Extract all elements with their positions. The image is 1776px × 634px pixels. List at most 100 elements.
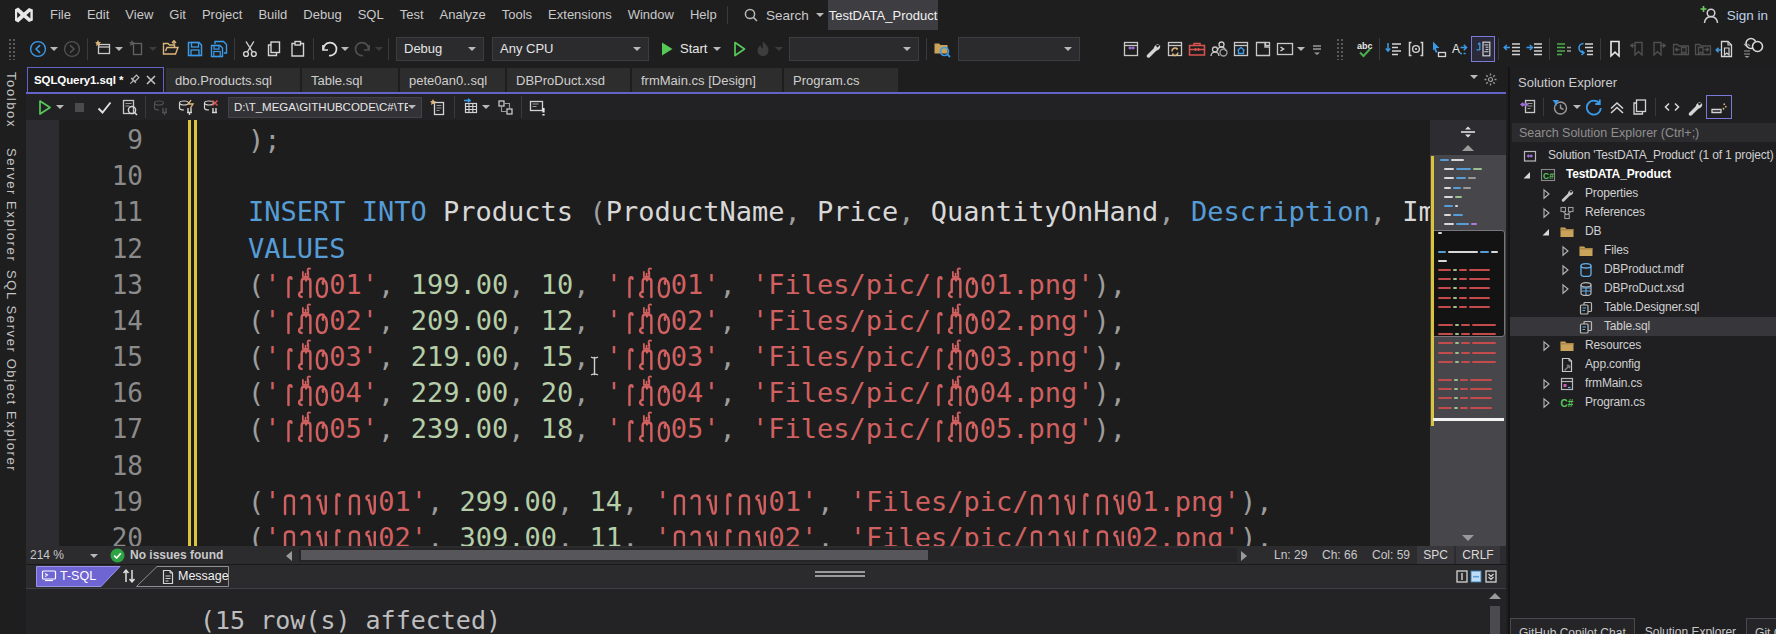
connect-db-icon[interactable] bbox=[149, 95, 174, 119]
expander-closed-icon[interactable] bbox=[1557, 262, 1573, 278]
toolbar-overflow-icon[interactable] bbox=[1306, 36, 1328, 62]
status-encoding[interactable]: SPC bbox=[1417, 546, 1454, 564]
tree-item-dbproduct-xsd[interactable]: DBProDuct.xsd bbox=[1510, 279, 1776, 298]
menu-edit[interactable]: Edit bbox=[79, 0, 117, 30]
sign-in-button[interactable]: Sign in bbox=[1699, 0, 1768, 30]
start-no-debug-icon[interactable] bbox=[727, 36, 751, 62]
minimap-viewport[interactable] bbox=[1431, 230, 1505, 337]
tab-list-caret-icon[interactable] bbox=[1470, 75, 1478, 79]
tab-options-gear-icon[interactable] bbox=[1483, 72, 1498, 87]
new-query-icon[interactable] bbox=[426, 95, 451, 119]
tab-message[interactable]: Message bbox=[136, 566, 230, 587]
tree-item-table-designer-sql[interactable]: Table.Designer.sql bbox=[1510, 298, 1776, 317]
doc-tab-program-cs[interactable]: Program.cs bbox=[784, 68, 898, 92]
menu-git[interactable]: Git bbox=[161, 0, 194, 30]
tree-item-dbproduct-mdf[interactable]: DBProduct.mdf bbox=[1510, 260, 1776, 279]
expander-open-icon[interactable] bbox=[1538, 224, 1554, 240]
nav-back-icon[interactable] bbox=[26, 36, 60, 62]
doc-tab-table-sql[interactable]: Table.sql bbox=[302, 68, 398, 92]
code-editor[interactable]: 9);1011INSERT INTO Products (ProductName… bbox=[26, 120, 1506, 546]
terminal-icon[interactable] bbox=[1274, 36, 1306, 62]
scroll-up-arrow-icon[interactable] bbox=[1461, 144, 1475, 152]
expander-closed-icon[interactable] bbox=[1538, 395, 1554, 411]
pending-changes-filter-icon[interactable] bbox=[1548, 95, 1582, 119]
tree-item-db[interactable]: DB bbox=[1510, 222, 1776, 241]
hscroll-right-arrow-icon[interactable] bbox=[1240, 550, 1248, 562]
view-code-icon[interactable] bbox=[1660, 95, 1683, 119]
undo-icon[interactable] bbox=[317, 36, 351, 62]
solution-explorer-window-icon[interactable] bbox=[1120, 36, 1142, 62]
menu-extensions[interactable]: Extensions bbox=[540, 0, 620, 30]
startup-combo[interactable] bbox=[789, 37, 919, 61]
tab-tsql[interactable]: T-SQL bbox=[36, 566, 122, 587]
toolbar-grip[interactable] bbox=[8, 38, 16, 60]
editor-splitter-icon[interactable] bbox=[1459, 125, 1477, 139]
switch-views-icon[interactable] bbox=[1516, 95, 1539, 119]
menu-tools[interactable]: Tools bbox=[494, 0, 540, 30]
show-all-files-icon[interactable] bbox=[1628, 95, 1651, 119]
doc-tab-sqlquery1-sql[interactable]: SQLQuery1.sql * bbox=[27, 67, 164, 92]
status-line-ending[interactable]: CRLF bbox=[1456, 546, 1500, 564]
tree-item-testdata-product[interactable]: C#TestDATA_Product bbox=[1510, 165, 1776, 184]
multi-caret-icon[interactable] bbox=[1427, 36, 1449, 62]
execute-query-icon[interactable] bbox=[32, 95, 67, 119]
panel-tab-solution-explorer[interactable]: Solution Explorer bbox=[1637, 618, 1744, 634]
tree-item-program-cs[interactable]: C#Program.cs bbox=[1510, 393, 1776, 412]
menu-help[interactable]: Help bbox=[682, 0, 725, 30]
tree-item-properties[interactable]: Properties bbox=[1510, 184, 1776, 203]
estimated-plan-icon[interactable] bbox=[117, 95, 142, 119]
tree-item-table-sql[interactable]: Table.sql bbox=[1510, 317, 1776, 336]
toggle-outlining-icon[interactable] bbox=[1471, 36, 1495, 62]
results-grid-icon[interactable] bbox=[458, 95, 493, 119]
comment-lines-icon[interactable] bbox=[1553, 36, 1575, 62]
side-tab-sql-server-object-explorer[interactable]: SQL Server Object Explorer bbox=[4, 270, 19, 472]
prev-bookmark-icon[interactable] bbox=[1626, 36, 1648, 62]
no-issues-check-icon[interactable] bbox=[110, 548, 125, 563]
hot-reload-icon[interactable] bbox=[751, 36, 785, 62]
change-connection-icon[interactable] bbox=[174, 95, 199, 119]
split-horizontal-icon[interactable] bbox=[1470, 570, 1482, 583]
connection-combo[interactable]: D:\T_MEGA\GITHUBCODE\C#\TES bbox=[228, 97, 422, 118]
doc-tab-frmmain-cs-design-[interactable]: frmMain.cs [Design] bbox=[632, 68, 782, 92]
cut-icon[interactable] bbox=[238, 36, 262, 62]
tree-item-files[interactable]: Files bbox=[1510, 241, 1776, 260]
panel-tab-github-copilot-chat[interactable]: GitHub Copilot Chat bbox=[1510, 618, 1635, 634]
increase-indent-icon[interactable] bbox=[1524, 36, 1546, 62]
expander-closed-icon[interactable] bbox=[1538, 338, 1554, 354]
tree-item-references[interactable]: References bbox=[1510, 203, 1776, 222]
expander-closed-icon[interactable] bbox=[1538, 205, 1554, 221]
tree-item-app-config[interactable]: App.config bbox=[1510, 355, 1776, 374]
menu-window[interactable]: Window bbox=[620, 0, 682, 30]
add-item-icon[interactable] bbox=[125, 36, 159, 62]
expander-open-icon[interactable] bbox=[1519, 167, 1535, 183]
redo-icon[interactable] bbox=[351, 36, 385, 62]
next-bookmark-icon[interactable] bbox=[1648, 36, 1670, 62]
pane-drag-handle[interactable] bbox=[815, 571, 865, 577]
toggle-bookmark-icon[interactable] bbox=[1604, 36, 1626, 62]
expander-closed-icon[interactable] bbox=[1557, 281, 1573, 297]
refresh-icon[interactable] bbox=[1582, 95, 1605, 119]
menu-view[interactable]: View bbox=[117, 0, 161, 30]
collapse-all-icon[interactable] bbox=[1605, 95, 1628, 119]
menu-build[interactable]: Build bbox=[250, 0, 295, 30]
spell-check-icon[interactable]: abc bbox=[1354, 36, 1376, 62]
intellisense-icon[interactable] bbox=[525, 95, 550, 119]
menu-debug[interactable]: Debug bbox=[295, 0, 349, 30]
copy-icon[interactable] bbox=[262, 36, 286, 62]
tree-item-frmmain-cs[interactable]: frmMain.cs bbox=[1510, 374, 1776, 393]
object-browser-icon[interactable] bbox=[1208, 36, 1230, 62]
scroll-down-arrow-icon[interactable] bbox=[1461, 534, 1475, 542]
cancel-query-icon[interactable] bbox=[67, 95, 92, 119]
doc-tab-dbproduct-xsd[interactable]: DBProDuct.xsd bbox=[507, 68, 630, 92]
side-tab-toolbox[interactable]: Toolbox bbox=[4, 72, 19, 128]
menu-sql[interactable]: SQL bbox=[350, 0, 392, 30]
horizontal-scrollbar[interactable] bbox=[299, 548, 1237, 562]
swap-panes-icon[interactable] bbox=[121, 568, 137, 584]
expander-closed-icon[interactable] bbox=[1538, 186, 1554, 202]
disconnect-db-icon[interactable] bbox=[199, 95, 224, 119]
paste-icon[interactable] bbox=[286, 36, 310, 62]
tree-item-resources[interactable]: Resources bbox=[1510, 336, 1776, 355]
menu-test[interactable]: Test bbox=[392, 0, 432, 30]
toolbox-icon[interactable] bbox=[1186, 36, 1208, 62]
prev-bookmark-folder-icon[interactable] bbox=[1670, 36, 1692, 62]
